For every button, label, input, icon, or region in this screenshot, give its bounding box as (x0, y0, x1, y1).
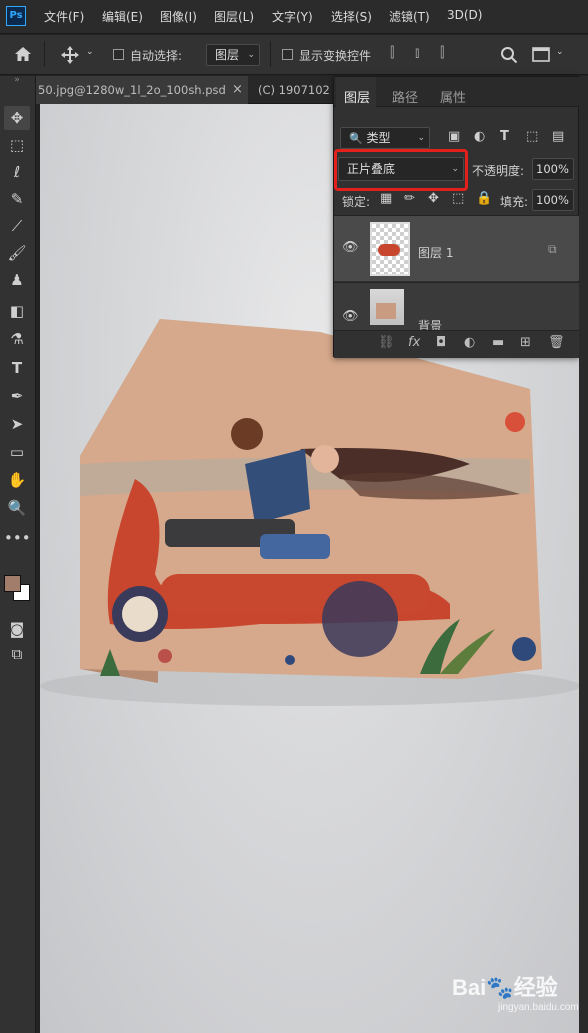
menu-select[interactable]: 选择(S) (331, 8, 372, 25)
layer-row[interactable]: 👁 图层 1 ⧉ (334, 215, 580, 281)
layer-name[interactable]: 背景 (418, 317, 442, 330)
tab-properties[interactable]: 属性 (440, 87, 466, 106)
new-layer-icon[interactable]: ⊞ (520, 335, 531, 350)
menu-image[interactable]: 图像(I) (160, 8, 197, 25)
eraser-tool-icon[interactable]: ◧ (4, 299, 30, 323)
layer-name[interactable]: 图层 1 (418, 244, 453, 261)
menu-file[interactable]: 文件(F) (44, 8, 84, 25)
fill-label: 填充: (500, 195, 529, 209)
move-tool-icon[interactable]: ✥ (4, 106, 30, 130)
close-icon[interactable]: × (232, 76, 243, 104)
link-layers-icon[interactable]: ⛓ (378, 335, 395, 350)
document-tab[interactable]: (C) 1907102 (258, 76, 330, 104)
scrollbar[interactable] (579, 76, 588, 1033)
trash-icon[interactable]: 🗑 (548, 335, 565, 350)
move-chevron-icon[interactable]: ⌄ (86, 47, 94, 57)
menu-filter[interactable]: 滤镜(T) (389, 8, 430, 25)
document-tab[interactable]: 50.jpg@1280w_1l_2o_100sh.psd × (36, 76, 248, 104)
document-tab-label: 50.jpg@1280w_1l_2o_100sh.psd (38, 83, 226, 97)
tab-layers[interactable]: 图层 (344, 87, 370, 106)
group-icon[interactable]: ▬ (492, 335, 504, 350)
rectangle-tool-icon[interactable]: ▭ (4, 440, 30, 464)
opacity-value: 100% (536, 162, 569, 176)
more-tools-icon[interactable]: ••• (4, 526, 31, 550)
collapse-icon[interactable]: » (4, 74, 30, 86)
photoshop-logo: Ps (6, 6, 26, 26)
lock-position-icon[interactable]: ✥ (428, 191, 439, 206)
menu-type[interactable]: 文字(Y) (272, 8, 313, 25)
lock-artboard-icon[interactable]: ⬚ (452, 191, 464, 206)
chevron-down-icon: ⌄ (247, 50, 255, 60)
baidu-watermark: Bai🐾经验 (452, 975, 558, 1000)
lock-image-icon[interactable]: ✏ (404, 191, 415, 206)
eye-icon[interactable]: 👁 (342, 309, 359, 324)
layers-footer: ⛓ fx ◘ ◐ ▬ ⊞ 🗑 (334, 330, 580, 358)
highlight-box (334, 149, 468, 191)
fill-input[interactable]: 100% (532, 189, 574, 211)
workspace-chevron-icon[interactable]: ⌄ (556, 47, 564, 57)
layer-thumbnail (370, 222, 410, 276)
foreground-color-swatch[interactable] (4, 575, 21, 592)
show-transform-label: 显示变换控件 (299, 49, 372, 63)
baidu-watermark-sub: jingyan.baidu.com (498, 1002, 579, 1013)
align-right-icon[interactable]: ⫿ (440, 45, 444, 61)
chevron-down-icon: ⌄ (417, 133, 425, 143)
filter-adjustment-icon[interactable]: ◐ (474, 129, 485, 144)
lock-label: 锁定: (342, 195, 371, 209)
eye-icon[interactable]: 👁 (342, 240, 359, 255)
menu-bar: Ps 文件(F) 编辑(E) 图像(I) 图层(L) 文字(Y) 选择(S) 滤… (0, 0, 588, 34)
path-select-tool-icon[interactable]: ➤ (4, 412, 30, 436)
type-tool-icon[interactable]: T (4, 356, 30, 380)
layer-filter-dropdown[interactable]: 🔍 类型 ⌄ (340, 127, 430, 149)
screen-mode-icon[interactable]: ⧉ (4, 642, 30, 666)
options-bar: ⌄ 自动选择: 图层 ⌄ 显示变换控件 ⫿ ⫾ ⫿ ⌄ (0, 35, 588, 75)
align-center-icon[interactable]: ⫾ (415, 45, 419, 61)
auto-select-label: 自动选择: (130, 49, 183, 63)
eyedropper-tool-icon[interactable]: ⟋ (4, 214, 30, 238)
layers-panel: 图层 路径 属性 🔍 类型 ⌄ ▣ ◐ T ⬚ ▤ 正片叠底 ⌄ 不透明度: 1… (333, 76, 580, 358)
filter-image-icon[interactable]: ▣ (448, 129, 460, 144)
layer-filter-label: 类型 (366, 131, 391, 145)
tools-panel: » ✥ ⬚ ℓ ✎ ⟋ 🖌 ♟ ◧ ⚗ T ✒ ➤ ▭ ✋ 🔍 ••• ◙ ⧉ (0, 74, 36, 1033)
lasso-tool-icon[interactable]: ℓ (4, 160, 30, 184)
opacity-label: 不透明度: (472, 164, 525, 178)
filter-shape-icon[interactable]: ⬚ (526, 129, 538, 144)
menu-layer[interactable]: 图层(L) (214, 8, 254, 25)
fx-icon[interactable]: fx (408, 335, 420, 350)
show-transform-checkbox[interactable] (282, 49, 293, 60)
align-left-icon[interactable]: ⫿ (390, 45, 394, 61)
filter-type-icon[interactable]: T (500, 129, 509, 144)
move-icon[interactable] (60, 45, 80, 65)
home-icon[interactable] (14, 46, 32, 62)
tab-paths[interactable]: 路径 (392, 87, 418, 106)
workspace-icon[interactable] (532, 47, 550, 62)
stamp-tool-icon[interactable]: ♟ (4, 268, 30, 292)
auto-select-dropdown[interactable]: 图层 ⌄ (206, 44, 260, 66)
adjustment-layer-icon[interactable]: ◐ (464, 335, 475, 350)
menu-edit[interactable]: 编辑(E) (102, 8, 143, 25)
brush-tool-icon[interactable]: 🖌 (4, 241, 30, 265)
auto-select-value: 图层 (215, 48, 240, 62)
search-icon: 🔍 (349, 132, 363, 145)
quick-select-tool-icon[interactable]: ✎ (4, 187, 30, 211)
burn-tool-icon[interactable]: ⚗ (4, 327, 30, 351)
auto-select-checkbox[interactable] (113, 49, 124, 60)
pen-tool-icon[interactable]: ✒ (4, 384, 30, 408)
lock-all-icon[interactable]: 🔒 (476, 191, 492, 206)
hand-tool-icon[interactable]: ✋ (4, 468, 30, 492)
menu-3d[interactable]: 3D(D) (447, 8, 482, 22)
opacity-input[interactable]: 100% (532, 158, 574, 180)
layer-thumbnail (370, 289, 404, 325)
search-icon[interactable] (500, 46, 518, 64)
lock-transparent-icon[interactable]: ▦ (380, 191, 392, 206)
filter-smart-object-icon[interactable]: ▤ (552, 129, 564, 144)
layer-row[interactable]: 👁 背景 (334, 282, 580, 330)
marquee-tool-icon[interactable]: ⬚ (4, 133, 30, 157)
fill-value: 100% (536, 193, 569, 207)
zoom-tool-icon[interactable]: 🔍 (4, 496, 30, 520)
smart-object-icon: ⧉ (548, 242, 557, 256)
add-mask-icon[interactable]: ◘ (436, 335, 446, 350)
quick-mask-icon[interactable]: ◙ (4, 617, 30, 641)
document-tab-label: (C) 1907102 (258, 83, 330, 97)
